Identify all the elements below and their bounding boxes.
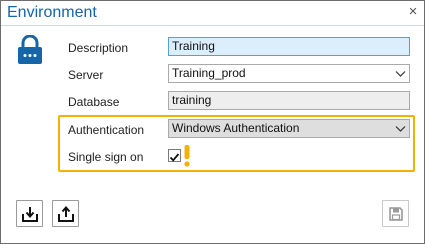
save-icon bbox=[389, 207, 403, 221]
authentication-value: Windows Authentication bbox=[172, 121, 300, 135]
server-select[interactable]: Training_prod bbox=[168, 64, 410, 83]
authentication-select[interactable]: Windows Authentication bbox=[168, 119, 410, 138]
database-input[interactable]: training bbox=[168, 91, 410, 110]
authentication-label: Authentication bbox=[68, 123, 145, 137]
server-label: Server bbox=[68, 68, 104, 82]
description-input[interactable]: Training bbox=[168, 37, 410, 56]
dialog-title: Environment bbox=[7, 4, 97, 21]
title-bar: Environment × bbox=[1, 1, 424, 26]
warning-icon bbox=[184, 145, 190, 167]
sso-label: Single sign on bbox=[68, 150, 144, 164]
description-value: Training bbox=[172, 39, 215, 53]
environment-dialog: Environment × Description Training Serve… bbox=[0, 0, 425, 244]
export-icon bbox=[58, 206, 74, 222]
lock-icon bbox=[18, 35, 42, 64]
chevron-down-icon[interactable] bbox=[395, 123, 406, 134]
server-value: Training_prod bbox=[172, 66, 246, 80]
database-value: training bbox=[172, 93, 212, 107]
description-label: Description bbox=[68, 41, 129, 55]
import-button[interactable] bbox=[16, 200, 43, 227]
close-icon[interactable]: × bbox=[406, 4, 420, 19]
checkmark-icon bbox=[169, 153, 180, 162]
chevron-down-icon[interactable] bbox=[395, 68, 406, 79]
database-label: Database bbox=[68, 95, 120, 109]
sso-checkbox[interactable] bbox=[168, 149, 181, 162]
save-button[interactable] bbox=[382, 200, 409, 227]
export-button[interactable] bbox=[52, 200, 79, 227]
import-icon bbox=[22, 207, 38, 222]
